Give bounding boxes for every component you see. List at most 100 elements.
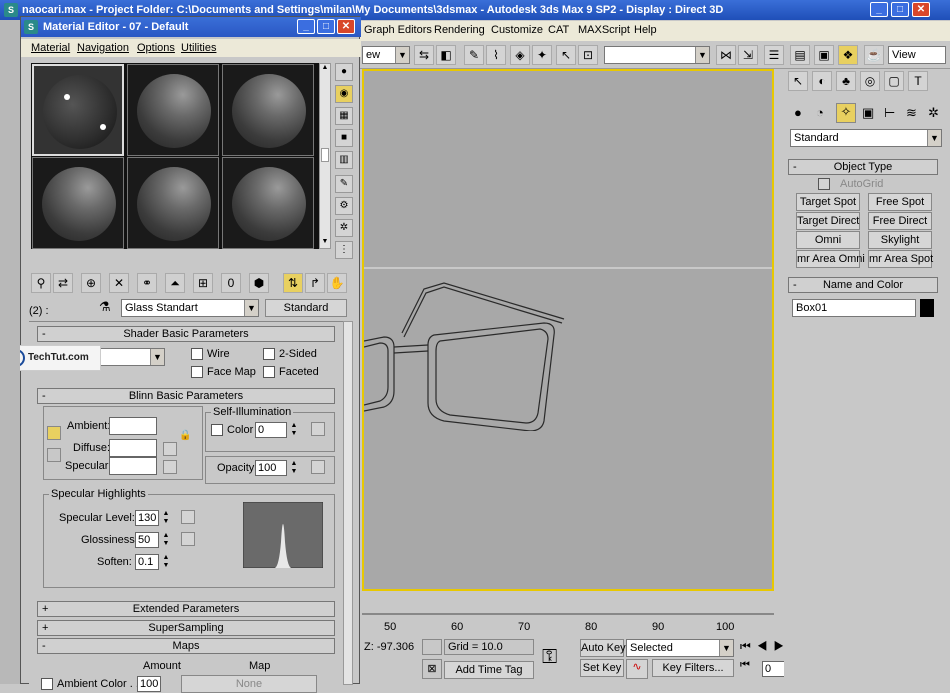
light-type-dropdown[interactable]: Standard ▼ [790, 129, 942, 147]
target-spot-button[interactable]: Target Spot [796, 193, 860, 211]
sample-slot[interactable] [32, 157, 124, 249]
maximize-icon[interactable]: □ [891, 2, 909, 17]
key-filters-button[interactable]: Key Filters... [652, 659, 734, 677]
cameras-icon[interactable]: ▣ [862, 105, 874, 121]
key-tangent-icon[interactable]: ∿ [626, 659, 648, 679]
systems-icon[interactable]: ✲ [928, 105, 939, 121]
free-direct-button[interactable]: Free Direct [868, 212, 932, 230]
geometry-icon[interactable]: ● [794, 105, 802, 120]
ambient-amount-field[interactable]: 100 [137, 676, 161, 692]
ambient-color-map-checkbox[interactable] [41, 678, 53, 690]
wire-checkbox[interactable] [191, 348, 203, 360]
create-tab-icon[interactable]: ↖ [788, 71, 808, 91]
diffuse-map-button[interactable] [163, 442, 177, 456]
blinn-basic-parameters-rollout[interactable]: - Blinn Basic Parameters [37, 388, 335, 404]
material-editor-active-icon[interactable]: ❖ [838, 45, 858, 65]
background-checker-icon[interactable]: ▦ [335, 107, 353, 125]
time-slider[interactable]: 50 60 70 80 90 100 [362, 591, 784, 637]
specular-level-map-button[interactable] [181, 510, 195, 524]
render-scene-icon[interactable]: ☕ [864, 45, 884, 65]
menu-cat[interactable]: CAT [548, 24, 569, 36]
utilities-tab-icon[interactable]: T [908, 71, 928, 91]
motion-tab-icon[interactable]: ◎ [860, 71, 880, 91]
me-maximize-icon[interactable]: □ [317, 19, 335, 34]
specular-color-swatch[interactable] [109, 457, 157, 475]
sample-type-icon[interactable]: ● [335, 63, 353, 81]
autogrid-checkbox[interactable] [818, 178, 830, 190]
render-view-dropdown[interactable]: View [888, 46, 946, 64]
key-mode-toggle-icon[interactable]: ⏮ [740, 659, 758, 677]
object-name-field[interactable]: Box01 [792, 299, 916, 317]
opacity-value-field[interactable]: 100 [255, 460, 287, 476]
specular-level-field[interactable]: 130 [135, 510, 159, 526]
glossiness-spinner[interactable]: ▲ ▼ [161, 532, 171, 548]
me-minimize-icon[interactable]: _ [297, 19, 315, 34]
object-color-swatch[interactable] [920, 299, 934, 317]
auto-key-button[interactable]: Auto Key [580, 639, 626, 657]
menu-rendering[interactable]: Rendering [434, 24, 485, 36]
specular-map-button[interactable] [163, 460, 177, 474]
align-icon[interactable]: ◧ [436, 45, 456, 65]
modify-tab-icon[interactable]: ◐ [812, 71, 832, 91]
key-mode-dropdown[interactable]: Selected ▼ [626, 639, 734, 657]
pick-from-object-icon[interactable]: ⚗ [99, 299, 111, 315]
set-key-button[interactable]: Set Key [580, 659, 624, 677]
me-menu-utilities[interactable]: Utilities [181, 42, 216, 54]
specular-level-spinner[interactable]: ▲ ▼ [161, 510, 171, 526]
render-setup-icon[interactable]: ◈ [510, 45, 530, 65]
put-to-library-icon[interactable]: ⏶ [165, 273, 185, 293]
sample-slot[interactable] [222, 64, 314, 156]
material-type-button[interactable]: Standard [265, 299, 347, 317]
soften-field[interactable]: 0.1 [135, 554, 159, 570]
material-effects-channel-icon[interactable]: ⊞ [193, 273, 213, 293]
mr-area-spot-button[interactable]: mr Area Spot [868, 250, 933, 268]
face-map-checkbox[interactable] [191, 366, 203, 378]
close-icon[interactable]: ✕ [912, 2, 930, 17]
menu-graph-editors[interactable]: Graph Editors [364, 24, 432, 36]
mirror-tool-icon[interactable]: ⋈ [716, 45, 736, 65]
pick-material-icon[interactable]: ✋ [327, 273, 347, 293]
target-direct-button[interactable]: Target Direct [796, 212, 860, 230]
self-illum-color-checkbox[interactable] [211, 424, 223, 436]
put-material-icon[interactable]: ⇄ [53, 273, 73, 293]
menu-help[interactable]: Help [634, 24, 657, 36]
soften-spinner[interactable]: ▲ ▼ [161, 554, 171, 570]
scroll-up-icon[interactable]: ▲ [320, 64, 330, 74]
named-selection-dropdown[interactable]: ▼ [604, 46, 710, 64]
shapes-icon[interactable]: ◔ [816, 105, 824, 120]
menu-maxscript[interactable]: MAXScript [578, 24, 630, 36]
material-editor-icon[interactable]: ▣ [814, 45, 834, 65]
select-by-name-icon[interactable]: ⊡ [578, 45, 598, 65]
sample-slot[interactable] [127, 157, 219, 249]
layer-manager-icon[interactable]: ☰ [764, 45, 784, 65]
self-illum-value-field[interactable]: 0 [255, 422, 287, 438]
me-menu-options[interactable]: Options [137, 42, 175, 54]
show-map-in-viewport-icon[interactable]: 0 [221, 273, 241, 293]
quick-render-icon[interactable]: ✦ [532, 45, 552, 65]
get-material-icon[interactable]: ⚲ [31, 273, 51, 293]
mr-area-omni-button[interactable]: mr Area Omni [796, 250, 865, 268]
helpers-icon[interactable]: ⊢ [884, 105, 895, 121]
display-tab-icon[interactable]: ▢ [884, 71, 904, 91]
name-and-color-rollout[interactable]: - Name and Color [788, 277, 938, 293]
shader-basic-parameters-rollout[interactable]: - Shader Basic Parameters [37, 326, 335, 342]
material-map-navigator-icon[interactable]: ⋮ [335, 241, 353, 259]
omni-button[interactable]: Omni [796, 231, 860, 249]
self-illum-map-button[interactable] [311, 422, 325, 436]
options-icon[interactable]: ⚙ [335, 197, 353, 215]
object-type-rollout[interactable]: - Object Type [788, 159, 938, 175]
align-tool-icon[interactable]: ⇲ [738, 45, 758, 65]
select-by-material-icon[interactable]: ✲ [335, 219, 353, 237]
two-sided-checkbox[interactable] [263, 348, 275, 360]
selection-set-dropdown[interactable]: ew ▼ [362, 46, 410, 64]
key-icon[interactable]: ⚿ [542, 647, 572, 667]
minimize-icon[interactable]: _ [870, 2, 888, 17]
menu-customize[interactable]: Customize [491, 24, 543, 36]
diffuse-color-swatch[interactable] [109, 439, 157, 457]
sample-slots-scrollbar[interactable]: ▲ ▼ [319, 63, 331, 249]
sample-uv-tiling-icon[interactable]: ■ [335, 129, 353, 147]
faceted-checkbox[interactable] [263, 366, 275, 378]
self-illum-spinner[interactable]: ▲ ▼ [289, 422, 299, 438]
perspective-viewport[interactable] [362, 69, 774, 591]
backlight-icon[interactable]: ◉ [335, 85, 353, 103]
